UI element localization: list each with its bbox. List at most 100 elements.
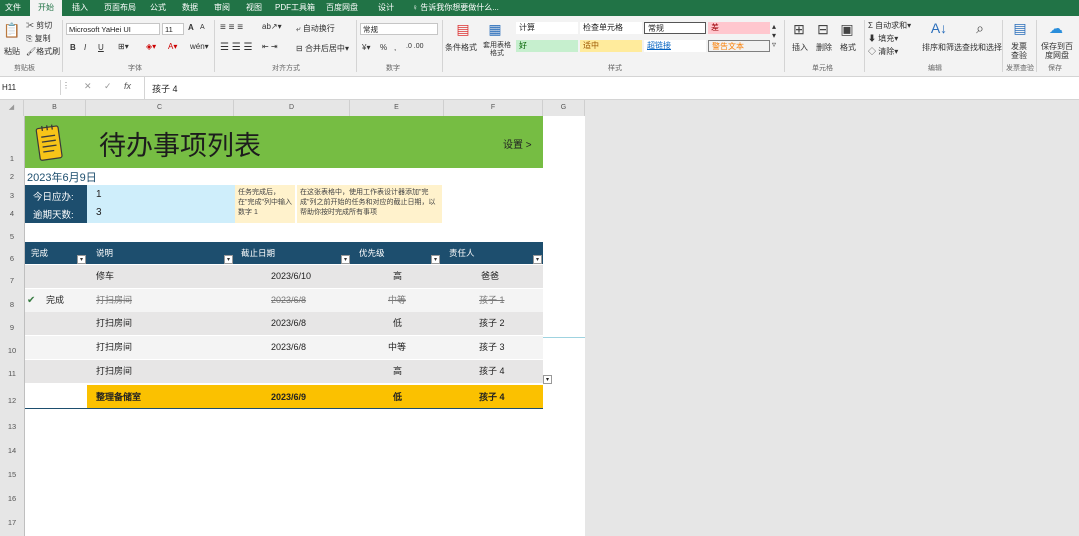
delete-cells-icon[interactable]: ⊟ bbox=[814, 21, 832, 38]
find-select-icon[interactable]: ⌕ bbox=[970, 20, 990, 37]
fx-icon[interactable]: fx bbox=[124, 81, 131, 91]
tab-insert[interactable]: 插入 bbox=[66, 0, 94, 16]
cell-priority[interactable]: 高 bbox=[393, 265, 402, 288]
tab-baidu-pan[interactable]: 百度网盘 bbox=[322, 0, 362, 16]
align-top-icon[interactable]: ≡ ≡ ≡ bbox=[220, 22, 243, 33]
cell-due-date[interactable]: 2023/6/8 bbox=[271, 289, 306, 312]
bold-button[interactable]: B bbox=[70, 43, 76, 52]
cell-description[interactable]: 打扫房间 bbox=[96, 336, 132, 359]
cell-due-date[interactable]: 2023/6/10 bbox=[271, 265, 311, 288]
row-header[interactable]: 17 bbox=[0, 518, 24, 527]
style-normal[interactable]: 计算 bbox=[516, 22, 578, 34]
column-header-c[interactable]: C bbox=[86, 100, 234, 116]
select-all-corner[interactable]: ◢ bbox=[0, 100, 24, 116]
sort-filter-icon[interactable]: A↓ bbox=[928, 20, 950, 36]
insert-cells-icon[interactable]: ⊞ bbox=[790, 21, 808, 38]
cell-owner[interactable]: 孩子 2 bbox=[479, 312, 505, 335]
header-done[interactable]: 完成 bbox=[31, 247, 48, 259]
number-format-select[interactable]: 常规 bbox=[360, 23, 438, 35]
invoice-label[interactable]: 发票查验 bbox=[1008, 42, 1030, 60]
header-owner[interactable]: 责任人 bbox=[449, 247, 475, 259]
underline-button[interactable]: U bbox=[98, 43, 104, 52]
font-size-select[interactable]: 11 bbox=[162, 23, 184, 35]
conditional-format-icon[interactable]: ▤ bbox=[452, 21, 474, 38]
paste-label[interactable]: 粘贴 bbox=[4, 46, 20, 57]
format-painter-button[interactable]: 🖌格式刷 bbox=[26, 46, 60, 57]
row-header[interactable]: 12 bbox=[0, 396, 24, 405]
table-format-label[interactable]: 套用表格格式 bbox=[480, 42, 514, 58]
column-header-e[interactable]: E bbox=[350, 100, 444, 116]
tab-home[interactable]: 开始 bbox=[30, 0, 62, 16]
row-header[interactable]: 14 bbox=[0, 446, 24, 455]
cut-button[interactable]: ✂ 剪切 bbox=[26, 20, 52, 31]
row-header[interactable]: 9 bbox=[0, 323, 24, 332]
cell-owner[interactable]: 爸爸 bbox=[481, 265, 499, 288]
insert-cells-label[interactable]: 插入 bbox=[792, 42, 808, 53]
style-bad[interactable]: 差 bbox=[708, 22, 770, 34]
tab-design[interactable]: 设计 bbox=[372, 0, 400, 16]
cell-done[interactable]: 完成 bbox=[46, 289, 64, 312]
cell-due-date[interactable]: 2023/6/9 bbox=[271, 385, 306, 409]
format-cells-icon[interactable]: ▣ bbox=[838, 21, 856, 38]
invoice-icon[interactable]: ▤ bbox=[1010, 20, 1030, 37]
copy-button[interactable]: ⎘ 复制 bbox=[26, 33, 51, 44]
name-box[interactable]: H11 bbox=[0, 80, 61, 95]
comma-button[interactable]: , bbox=[394, 43, 396, 52]
cell-priority[interactable]: 中等 bbox=[388, 289, 406, 312]
table-row[interactable]: 打扫房间 2023/6/8 中等 孩子 3 bbox=[25, 336, 543, 359]
font-name-select[interactable]: Microsoft YaHei UI bbox=[66, 23, 160, 35]
wrap-text-button[interactable]: ⤶ 自动换行 bbox=[296, 23, 335, 34]
cell-due-date[interactable]: 2023/6/8 bbox=[271, 312, 306, 335]
tab-view[interactable]: 视图 bbox=[240, 0, 268, 16]
filter-dropdown-icon[interactable]: ▾ bbox=[431, 255, 440, 264]
row-header[interactable]: 10 bbox=[0, 346, 24, 355]
header-priority[interactable]: 优先级 bbox=[359, 247, 385, 259]
clear-button[interactable]: ◇ 清除▾ bbox=[868, 46, 898, 57]
row-header[interactable]: 7 bbox=[0, 276, 24, 285]
row-header[interactable]: 16 bbox=[0, 494, 24, 503]
style-good[interactable]: 好 bbox=[516, 40, 578, 52]
table-row[interactable]: 修车 2023/6/10 高 爸爸 bbox=[25, 265, 543, 288]
cell-description[interactable]: 打扫房间 bbox=[96, 360, 132, 383]
table-format-icon[interactable]: ▦ bbox=[484, 21, 506, 38]
row-header[interactable]: 2 bbox=[0, 172, 24, 181]
style-check-cell[interactable]: 检查单元格 bbox=[580, 22, 642, 34]
row-header[interactable]: 6 bbox=[0, 254, 24, 263]
cell-owner[interactable]: 孩子 3 bbox=[479, 336, 505, 359]
cell-priority[interactable]: 低 bbox=[393, 385, 402, 409]
orientation-icon[interactable]: ab↗▾ bbox=[262, 22, 282, 31]
filter-dropdown-icon[interactable]: ▾ bbox=[533, 255, 542, 264]
tab-review[interactable]: 审阅 bbox=[208, 0, 236, 16]
cell-owner[interactable]: 孩子 4 bbox=[479, 360, 505, 383]
settings-link[interactable]: 设置 > bbox=[503, 136, 532, 151]
sort-filter-label[interactable]: 排序和筛选 bbox=[922, 42, 962, 53]
table-row[interactable]: ✔ 完成 打扫房间 2023/6/8 中等 孩子 1 bbox=[25, 289, 543, 312]
cloud-icon[interactable]: ☁ bbox=[1046, 20, 1066, 37]
namebox-dropdown-icon[interactable]: ⋮ bbox=[62, 81, 70, 90]
cell-priority[interactable]: 低 bbox=[393, 312, 402, 335]
paste-icon[interactable]: 📋 bbox=[2, 22, 22, 39]
conditional-format-label[interactable]: 条件格式 bbox=[445, 42, 477, 53]
filter-dropdown-icon[interactable]: ▾ bbox=[224, 255, 233, 264]
cell-description[interactable]: 整理备储室 bbox=[96, 385, 141, 409]
header-description[interactable]: 说明 bbox=[96, 247, 113, 259]
tab-formulas[interactable]: 公式 bbox=[144, 0, 172, 16]
confirm-icon[interactable]: ✓ bbox=[104, 81, 112, 92]
row-header[interactable]: 1 bbox=[0, 154, 24, 163]
cell-priority[interactable]: 高 bbox=[393, 360, 402, 383]
delete-cells-label[interactable]: 删除 bbox=[816, 42, 832, 53]
percent-button[interactable]: % bbox=[380, 43, 387, 52]
font-grow-button[interactable]: A bbox=[188, 23, 194, 32]
style-neutral[interactable]: 适中 bbox=[580, 40, 642, 52]
cancel-icon[interactable]: ✕ bbox=[84, 81, 92, 92]
currency-icon[interactable]: ¥▾ bbox=[362, 43, 370, 52]
style-calculation[interactable]: 警告文本 bbox=[708, 40, 770, 52]
italic-button[interactable]: I bbox=[84, 43, 86, 52]
fill-button[interactable]: ⬇ 填充▾ bbox=[868, 33, 898, 44]
cell-dropdown-icon[interactable]: ▾ bbox=[543, 375, 552, 384]
cell-description[interactable]: 修车 bbox=[96, 265, 114, 288]
table-row[interactable]: 打扫房间 2023/6/8 低 孩子 2 bbox=[25, 312, 543, 335]
decimal-icon[interactable]: .0 .00 bbox=[406, 43, 424, 50]
row-header[interactable]: 5 bbox=[0, 232, 24, 241]
table-row-first-cell[interactable] bbox=[25, 385, 87, 409]
